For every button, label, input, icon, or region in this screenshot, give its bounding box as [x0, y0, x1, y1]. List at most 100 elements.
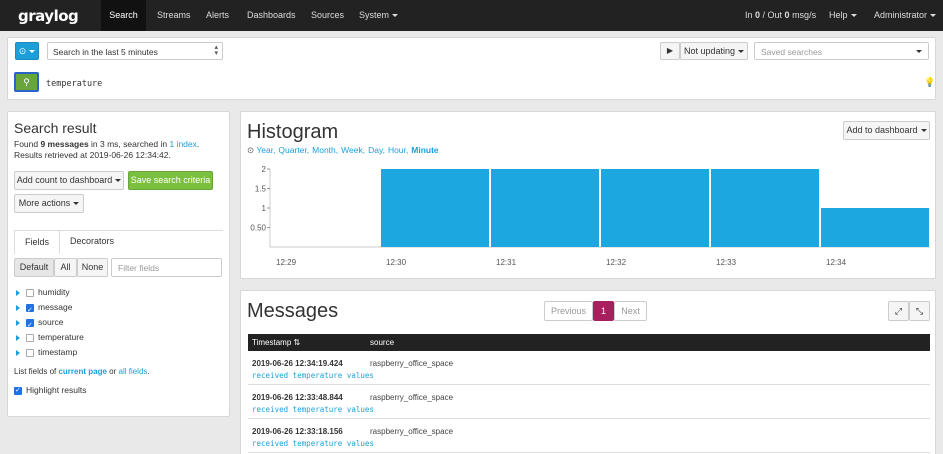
field-name: humidity	[38, 287, 70, 297]
saved-searches-select[interactable]: Saved searches	[754, 42, 929, 60]
field-item-message[interactable]: message	[16, 300, 73, 318]
field-name: timestamp	[38, 347, 78, 357]
highlight-checkbox[interactable]	[14, 386, 22, 395]
histogram-bar[interactable]	[711, 169, 819, 247]
search-button[interactable]: ⚲	[14, 72, 39, 92]
caret-right-icon[interactable]	[16, 349, 20, 356]
play-icon: ▶	[666, 46, 674, 55]
search-type-dropdown[interactable]: ⊙	[15, 42, 39, 60]
y-tick-label: 1	[262, 204, 267, 213]
message-row[interactable]: 2019-06-26 12:33:48.844 raspberry_office_…	[248, 386, 930, 419]
saved-searches-placeholder: Saved searches	[761, 47, 822, 57]
chevron-down-icon	[930, 14, 937, 18]
filter-fields-input[interactable]: Filter fields	[111, 258, 222, 277]
resolution-year[interactable]: Year,	[256, 145, 275, 155]
field-item-humidity[interactable]: humidity	[16, 285, 70, 300]
y-tick-label: 0.50	[250, 224, 266, 233]
message-text: received temperature values	[252, 439, 374, 448]
field-checkbox[interactable]	[26, 303, 34, 318]
field-item-timestamp[interactable]: timestamp	[16, 345, 77, 360]
current-page-link[interactable]: current page	[58, 367, 106, 376]
search-query-input[interactable]: temperature	[46, 79, 102, 89]
message-row[interactable]: 2019-06-26 12:33:18.156 raspberry_office_…	[248, 420, 930, 453]
nav-alerts[interactable]: Alerts	[206, 0, 229, 31]
column-timestamp[interactable]: Timestamp ⇅	[252, 338, 300, 347]
timerange-select[interactable]: Search in the last 5 minutes ▴ ▾	[47, 42, 223, 60]
nav-help[interactable]: Help	[829, 0, 857, 31]
caret-right-icon[interactable]	[16, 289, 20, 296]
expand-icon: ⤢	[894, 306, 903, 316]
collapse-button[interactable]: ⤡	[909, 301, 930, 321]
x-tick-label: 12:31	[496, 258, 517, 267]
search-result-title: Search result	[14, 120, 97, 136]
expand-button[interactable]: ⤢	[888, 301, 909, 321]
save-search-criteria-button[interactable]: Save search criteria	[128, 171, 213, 190]
sort-icon[interactable]: ⇅	[294, 338, 301, 347]
message-timestamp: 2019-06-26 12:33:18.156	[252, 427, 343, 436]
histogram-chart: 0.50 1 1.5 2 12:29 12:30 12:31 12:32 12:33 12:34	[250, 165, 930, 267]
histogram-bar[interactable]	[491, 169, 599, 247]
message-source: raspberry_office_space	[370, 427, 454, 436]
nav-dashboards[interactable]: Dashboards	[247, 0, 296, 31]
field-checkbox[interactable]	[26, 348, 34, 357]
x-tick-label: 12:30	[386, 258, 407, 267]
pagination-next[interactable]: Next	[614, 301, 647, 321]
pagination-page-1[interactable]: 1	[593, 301, 614, 321]
message-row[interactable]: 2019-06-26 12:34:19.424 raspberry_office_…	[248, 352, 930, 385]
nav-search[interactable]: Search	[101, 0, 146, 31]
y-tick-label: 1.5	[255, 185, 267, 194]
histogram-bar[interactable]	[821, 208, 929, 247]
resolution-day[interactable]: Day,	[368, 145, 385, 155]
message-timestamp: 2019-06-26 12:33:48.844	[252, 393, 343, 402]
field-checkbox[interactable]	[26, 333, 34, 342]
histogram-title: Histogram	[247, 121, 339, 143]
add-to-dashboard-button[interactable]: Add to dashboard	[843, 121, 930, 140]
graylog-logo[interactable]: graylog	[18, 7, 79, 25]
resolution-week[interactable]: Week,	[341, 145, 365, 155]
field-item-source[interactable]: source	[16, 315, 64, 333]
search-icon: ⚲	[23, 77, 30, 87]
x-tick-label: 12:29	[276, 258, 297, 267]
tab-decorators[interactable]: Decorators	[70, 236, 114, 246]
all-fields-link[interactable]: all fields	[119, 367, 148, 376]
tab-fields[interactable]: Fields	[14, 230, 60, 254]
field-item-temperature[interactable]: temperature	[16, 330, 84, 345]
caret-right-icon[interactable]	[16, 319, 20, 326]
field-checkbox[interactable]	[26, 318, 34, 333]
nav-sources[interactable]: Sources	[311, 0, 344, 31]
message-source: raspberry_office_space	[370, 359, 454, 368]
histogram-bar[interactable]	[381, 169, 489, 247]
filter-all-button[interactable]: All	[54, 258, 77, 277]
nav-system[interactable]: System	[359, 0, 399, 31]
clock-icon: ⊙	[18, 46, 27, 56]
caret-right-icon[interactable]	[16, 334, 20, 341]
resolution-hour[interactable]: Hour,	[388, 145, 408, 155]
refresh-interval-dropdown[interactable]: Not updating	[680, 42, 748, 60]
list-fields-note: List fields of current page or all field…	[14, 367, 150, 376]
field-name: message	[38, 302, 73, 312]
index-link[interactable]: 1 index	[169, 139, 196, 149]
top-navbar: graylog Search Streams Alerts Dashboards…	[0, 0, 943, 31]
add-count-to-dashboard-button[interactable]: Add count to dashboard	[14, 171, 124, 190]
resolution-month[interactable]: Month,	[312, 145, 338, 155]
lightbulb-icon[interactable]: 💡	[924, 77, 935, 88]
play-button[interactable]: ▶	[660, 42, 680, 60]
field-checkbox[interactable]	[26, 288, 34, 297]
more-actions-button[interactable]: More actions	[14, 194, 84, 213]
filter-fields-placeholder: Filter fields	[118, 263, 160, 273]
nav-streams[interactable]: Streams	[157, 0, 191, 31]
column-source[interactable]: source	[370, 338, 394, 347]
filter-default-button[interactable]: Default	[14, 258, 54, 277]
highlight-results-toggle[interactable]: Highlight results	[14, 385, 86, 395]
nav-user-menu[interactable]: Administrator	[874, 0, 937, 31]
resolution-quarter[interactable]: Quarter,	[278, 145, 309, 155]
pagination-previous[interactable]: Previous	[544, 301, 593, 321]
filter-none-button[interactable]: None	[77, 258, 108, 277]
caret-right-icon[interactable]	[16, 304, 20, 311]
chevron-down-icon	[392, 14, 399, 18]
search-result-summary: Found 9 messages in 3 ms, searched in 1 …	[14, 139, 200, 160]
messages-title: Messages	[247, 300, 339, 322]
resolution-minute[interactable]: Minute	[411, 145, 438, 155]
histogram-bar[interactable]	[601, 169, 709, 247]
field-name: temperature	[38, 332, 84, 342]
